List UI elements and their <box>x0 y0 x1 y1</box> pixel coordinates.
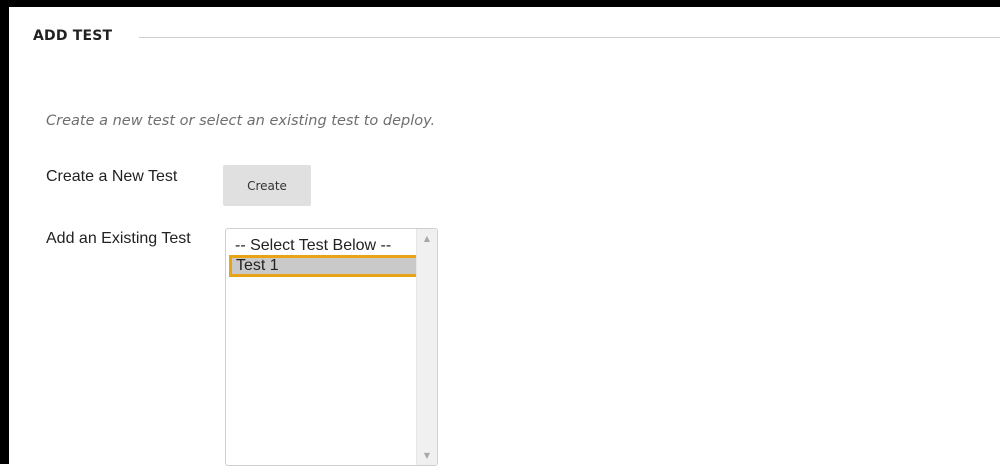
create-button[interactable]: Create <box>223 165 311 206</box>
add-test-panel: ADD TEST Create a new test or select an … <box>0 0 1000 466</box>
existing-test-listbox[interactable]: -- Select Test Below -- Test 1 ▲ ▼ <box>225 228 438 466</box>
section-title: ADD TEST <box>33 28 127 44</box>
listbox-options: -- Select Test Below -- Test 1 <box>226 229 424 465</box>
instructions-text: Create a new test or select an existing … <box>46 113 436 129</box>
option-test-1[interactable]: Test 1 <box>229 255 424 277</box>
header-divider <box>139 37 1000 38</box>
scroll-down-arrow-icon[interactable]: ▼ <box>417 451 437 460</box>
create-new-test-label: Create a New Test <box>46 168 178 185</box>
add-existing-test-label: Add an Existing Test <box>46 230 191 247</box>
option-select-test-below[interactable]: -- Select Test Below -- <box>226 237 417 255</box>
scroll-up-arrow-icon[interactable]: ▲ <box>417 234 437 243</box>
listbox-scrollbar[interactable]: ▲ ▼ <box>416 229 437 465</box>
